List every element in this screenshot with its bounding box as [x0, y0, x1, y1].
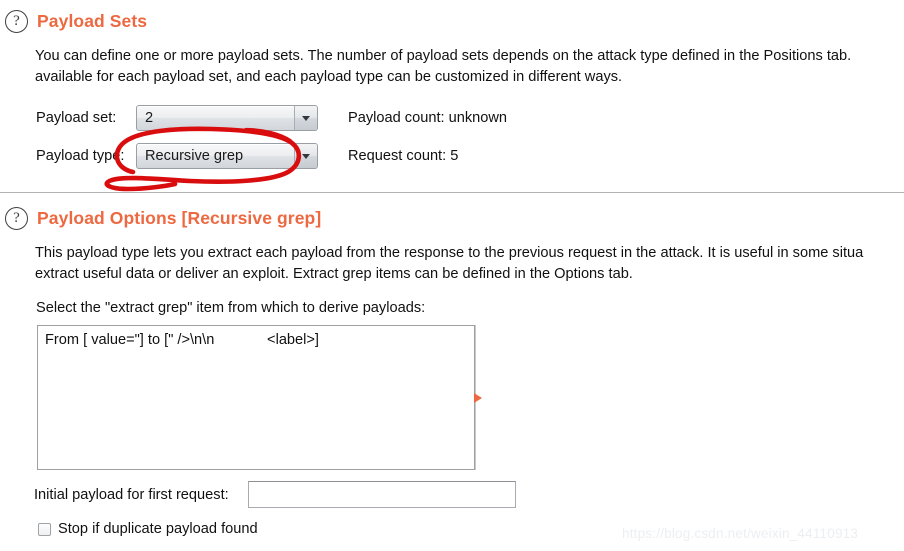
payload-count-label: Payload count: — [348, 110, 445, 126]
extract-grep-listbox[interactable]: From [ value="] to [" />\n\n <label>] — [37, 325, 475, 470]
list-item[interactable]: From [ value="] to [" />\n\n <label>] — [38, 326, 474, 348]
payload-sets-description-line1: You can define one or more payload sets.… — [35, 48, 852, 64]
section-divider — [0, 192, 904, 193]
payload-type-label: Payload type: — [36, 148, 125, 164]
chevron-down-icon[interactable] — [294, 144, 317, 168]
payload-type-combo[interactable]: Recursive grep — [136, 143, 318, 169]
payload-set-label: Payload set: — [36, 110, 117, 126]
watermark: https://blog.csdn.net/weixin_44110913 — [622, 526, 859, 541]
stop-duplicate-payload-row[interactable]: Stop if duplicate payload found — [38, 521, 258, 537]
request-count: Request count: 5 — [348, 148, 458, 164]
payload-sets-header: ? Payload Sets — [5, 10, 147, 33]
payload-options-description: This payload type lets you extract each … — [35, 243, 863, 285]
stop-duplicate-payload-label: Stop if duplicate payload found — [58, 521, 258, 537]
payload-sets-description-line2: available for each payload set, and each… — [35, 69, 623, 85]
payload-type-combo-value: Recursive grep — [145, 148, 244, 164]
expand-right-arrow-icon[interactable] — [472, 325, 484, 470]
request-count-label: Request count: — [348, 148, 447, 164]
request-count-value: 5 — [450, 148, 459, 164]
extract-grep-select-label: Select the "extract grep" item from whic… — [36, 300, 426, 316]
payload-options-description-line1: This payload type lets you extract each … — [35, 245, 864, 261]
payload-set-combo[interactable]: 2 — [136, 105, 318, 131]
question-mark-icon[interactable]: ? — [5, 207, 28, 230]
payload-set-combo-value: 2 — [145, 110, 154, 126]
payload-count: Payload count: unknown — [348, 110, 507, 126]
payload-options-description-line2: extract useful data or deliver an exploi… — [35, 266, 633, 282]
chevron-down-icon[interactable] — [294, 106, 317, 130]
question-mark-icon[interactable]: ? — [5, 10, 28, 33]
initial-payload-label: Initial payload for first request: — [34, 487, 229, 503]
payload-sets-description: You can define one or more payload sets.… — [35, 46, 851, 88]
initial-payload-input[interactable] — [248, 481, 516, 508]
payload-sets-title: Payload Sets — [37, 11, 148, 31]
payload-options-title: Payload Options [Recursive grep] — [37, 208, 322, 228]
stop-duplicate-payload-checkbox[interactable] — [38, 522, 51, 536]
payload-options-header: ? Payload Options [Recursive grep] — [5, 207, 321, 230]
payload-count-value: unknown — [448, 110, 508, 126]
